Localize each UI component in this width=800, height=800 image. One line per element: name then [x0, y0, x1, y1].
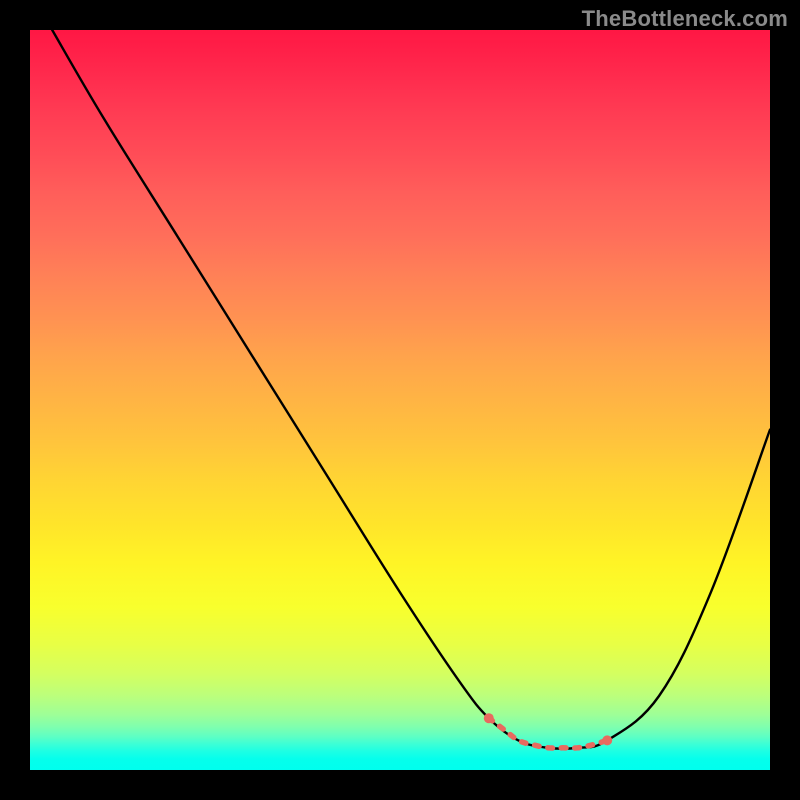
- plot-area: [30, 30, 770, 770]
- valley-left-dot: [484, 713, 494, 723]
- valley-right-dot: [602, 735, 612, 745]
- watermark-text: TheBottleneck.com: [582, 6, 788, 32]
- chart-svg: [30, 30, 770, 770]
- chart-container: TheBottleneck.com: [0, 0, 800, 800]
- bottleneck-curve: [52, 30, 770, 749]
